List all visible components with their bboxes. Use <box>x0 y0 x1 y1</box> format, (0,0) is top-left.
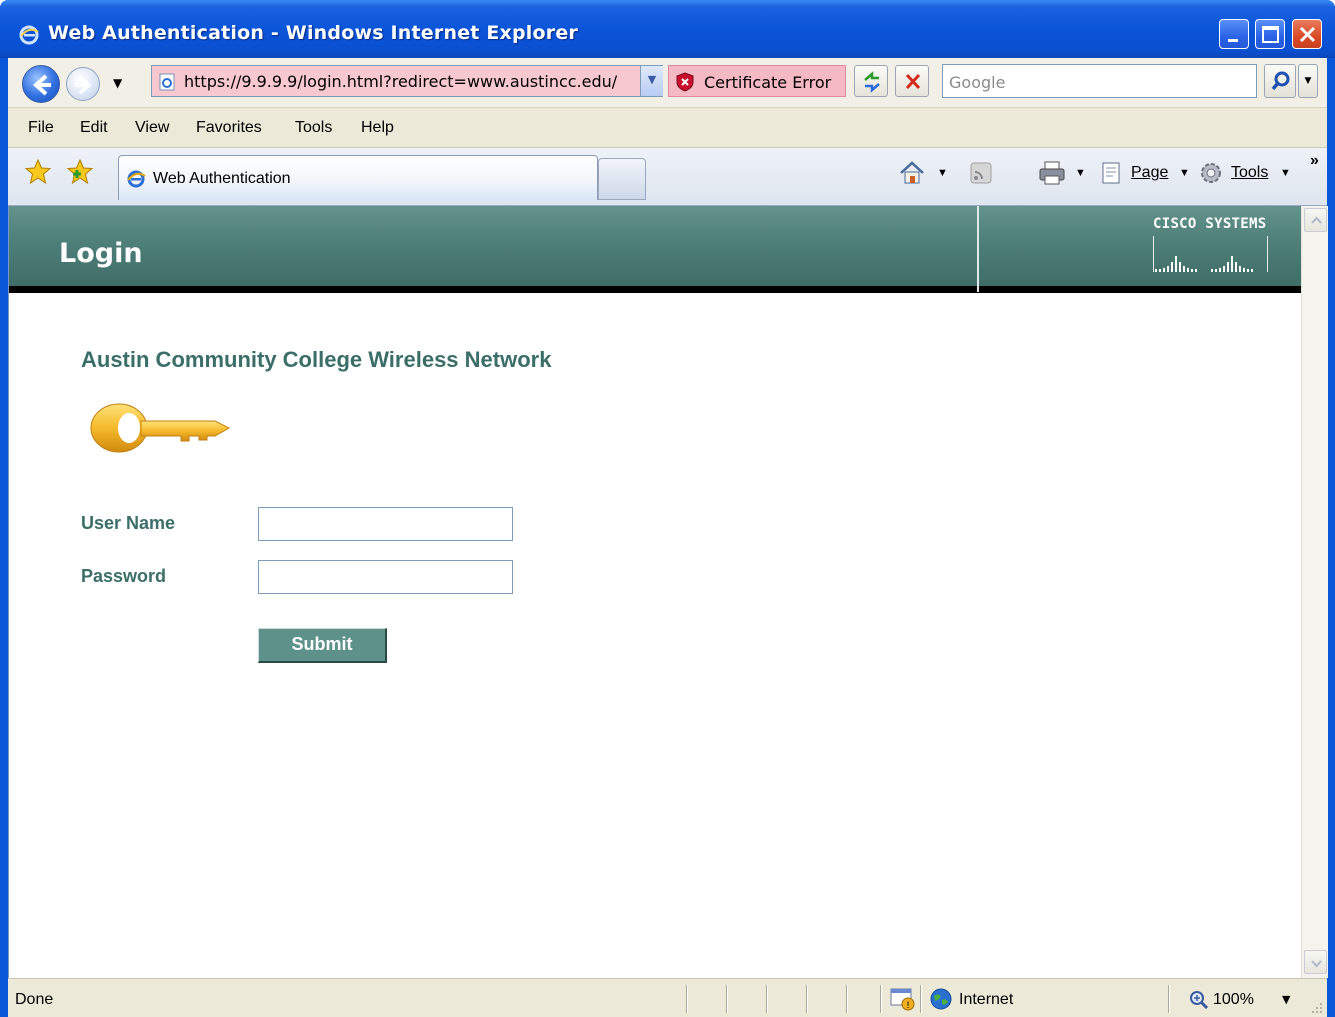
page-dropdown[interactable]: ▼ <box>1179 167 1190 179</box>
internet-zone-globe-icon <box>930 988 952 1010</box>
menu-file[interactable]: File <box>28 119 54 137</box>
key-icon <box>90 403 231 453</box>
resize-grip-icon[interactable] <box>1308 999 1324 1015</box>
zoom-dropdown[interactable]: ▼ <box>1282 993 1290 1006</box>
tools-gear-icon <box>1201 163 1221 183</box>
username-label: User Name <box>81 513 176 533</box>
search-placeholder: Google <box>949 73 1006 92</box>
address-url[interactable]: https://9.9.9.9/login.html?redirect=www.… <box>184 72 617 91</box>
forward-arrow-icon <box>75 75 92 95</box>
home-dropdown[interactable]: ▼ <box>937 167 948 179</box>
search-options-dropdown[interactable]: ▼ <box>1298 64 1318 98</box>
scroll-down-button[interactable] <box>1304 950 1327 974</box>
vertical-scrollbar[interactable] <box>1301 206 1328 978</box>
search-button[interactable] <box>1264 64 1296 98</box>
search-input[interactable]: Google <box>942 64 1257 98</box>
forward-button[interactable] <box>66 67 100 101</box>
status-separator <box>880 985 882 1013</box>
page-menu-icon <box>1102 162 1120 184</box>
ie-page-icon <box>127 170 146 188</box>
print-icon[interactable] <box>1038 160 1066 186</box>
menu-tools[interactable]: Tools <box>295 119 332 137</box>
menu-edit[interactable]: Edit <box>80 119 108 137</box>
address-dropdown-button[interactable]: ▼ <box>640 66 663 96</box>
status-separator <box>686 985 688 1013</box>
menu-view[interactable]: View <box>135 119 169 137</box>
page-menu-button[interactable]: Page <box>1131 164 1168 182</box>
zoom-level[interactable]: 100% <box>1213 991 1254 1009</box>
status-separator <box>806 985 808 1013</box>
refresh-icon <box>864 71 880 93</box>
tab-label: Web Authentication <box>153 170 291 187</box>
scroll-up-button[interactable] <box>1304 208 1327 232</box>
status-separator <box>1168 985 1170 1013</box>
browser-window: Web Authentication - Windows Internet Ex… <box>0 0 1335 1017</box>
minimize-button[interactable] <box>1219 19 1249 49</box>
zoom-icon <box>1190 991 1209 1009</box>
menu-favorites[interactable]: Favorites <box>196 119 262 137</box>
page-title: Login <box>59 238 143 269</box>
security-zone-label: Internet <box>959 991 1014 1008</box>
close-button[interactable] <box>1292 19 1322 49</box>
close-icon <box>1299 26 1316 43</box>
stop-icon <box>905 73 921 90</box>
ie-logo-icon <box>19 25 39 45</box>
favorites-center-icon[interactable] <box>24 158 52 186</box>
page-viewport: Login Cisco Systems Austin Community Col… <box>8 206 1328 978</box>
header-divider <box>977 206 979 292</box>
svg-text:!: ! <box>906 1001 910 1011</box>
status-separator <box>846 985 848 1013</box>
address-bar[interactable]: https://9.9.9.9/login.html?redirect=www.… <box>151 65 663 97</box>
tools-menu-button[interactable]: Tools <box>1231 164 1268 182</box>
search-icon <box>1271 71 1290 91</box>
print-dropdown[interactable]: ▼ <box>1075 167 1086 179</box>
certificate-error-button[interactable]: Certificate Error <box>668 65 846 97</box>
login-header: Login Cisco Systems <box>9 206 1301 293</box>
network-title: Austin Community College Wireless Networ… <box>81 347 552 372</box>
status-bar: Done ! Internet 100% ▼ <box>8 978 1327 1017</box>
browser-chrome: ▼ https://9.9.9.9/login.html?redirect=ww… <box>8 58 1327 206</box>
menu-help[interactable]: Help <box>361 119 394 137</box>
certificate-error-label: Certificate Error <box>704 73 832 92</box>
tools-dropdown[interactable]: ▼ <box>1280 167 1291 179</box>
tab-web-authentication[interactable]: Web Authentication <box>118 155 598 200</box>
status-separator <box>920 985 922 1013</box>
status-text: Done <box>15 991 54 1008</box>
address-toolbar: ▼ https://9.9.9.9/login.html?redirect=ww… <box>8 58 1327 108</box>
stop-button[interactable] <box>895 65 929 97</box>
window-title: Web Authentication - Windows Internet Ex… <box>48 22 579 44</box>
refresh-button[interactable] <box>854 65 888 97</box>
protected-mode-icon[interactable]: ! <box>890 987 916 1011</box>
username-input[interactable] <box>258 507 513 541</box>
title-bar[interactable]: Web Authentication - Windows Internet Ex… <box>0 0 1335 58</box>
maximize-icon <box>1262 26 1279 43</box>
status-separator <box>726 985 728 1013</box>
submit-button[interactable]: Submit <box>258 628 387 663</box>
back-button[interactable] <box>22 65 60 103</box>
cisco-logo-icon <box>1153 236 1268 272</box>
menu-bar: File Edit View Favorites Tools Help <box>8 108 1327 148</box>
feeds-icon[interactable] <box>970 162 992 184</box>
scroll-up-arrow-icon <box>1311 216 1322 224</box>
scroll-down-arrow-icon <box>1311 960 1322 968</box>
password-input[interactable] <box>258 560 513 594</box>
minimize-icon <box>1228 39 1238 42</box>
shield-error-icon <box>676 72 694 92</box>
password-label: Password <box>81 566 167 586</box>
tab-bar: Web Authentication ▼ ▼ Page ▼ Tools ▼ » <box>8 148 1327 206</box>
maximize-button[interactable] <box>1255 19 1285 49</box>
add-favorite-icon[interactable] <box>66 158 94 186</box>
page-icon <box>159 73 175 91</box>
cisco-logo-text: Cisco Systems <box>1153 216 1267 232</box>
recent-pages-dropdown[interactable]: ▼ <box>113 76 122 90</box>
new-tab-button[interactable] <box>598 158 646 200</box>
chevron-more-icon[interactable]: » <box>1310 152 1319 170</box>
status-separator <box>766 985 768 1013</box>
home-icon[interactable] <box>898 160 926 186</box>
back-arrow-icon <box>33 74 51 96</box>
